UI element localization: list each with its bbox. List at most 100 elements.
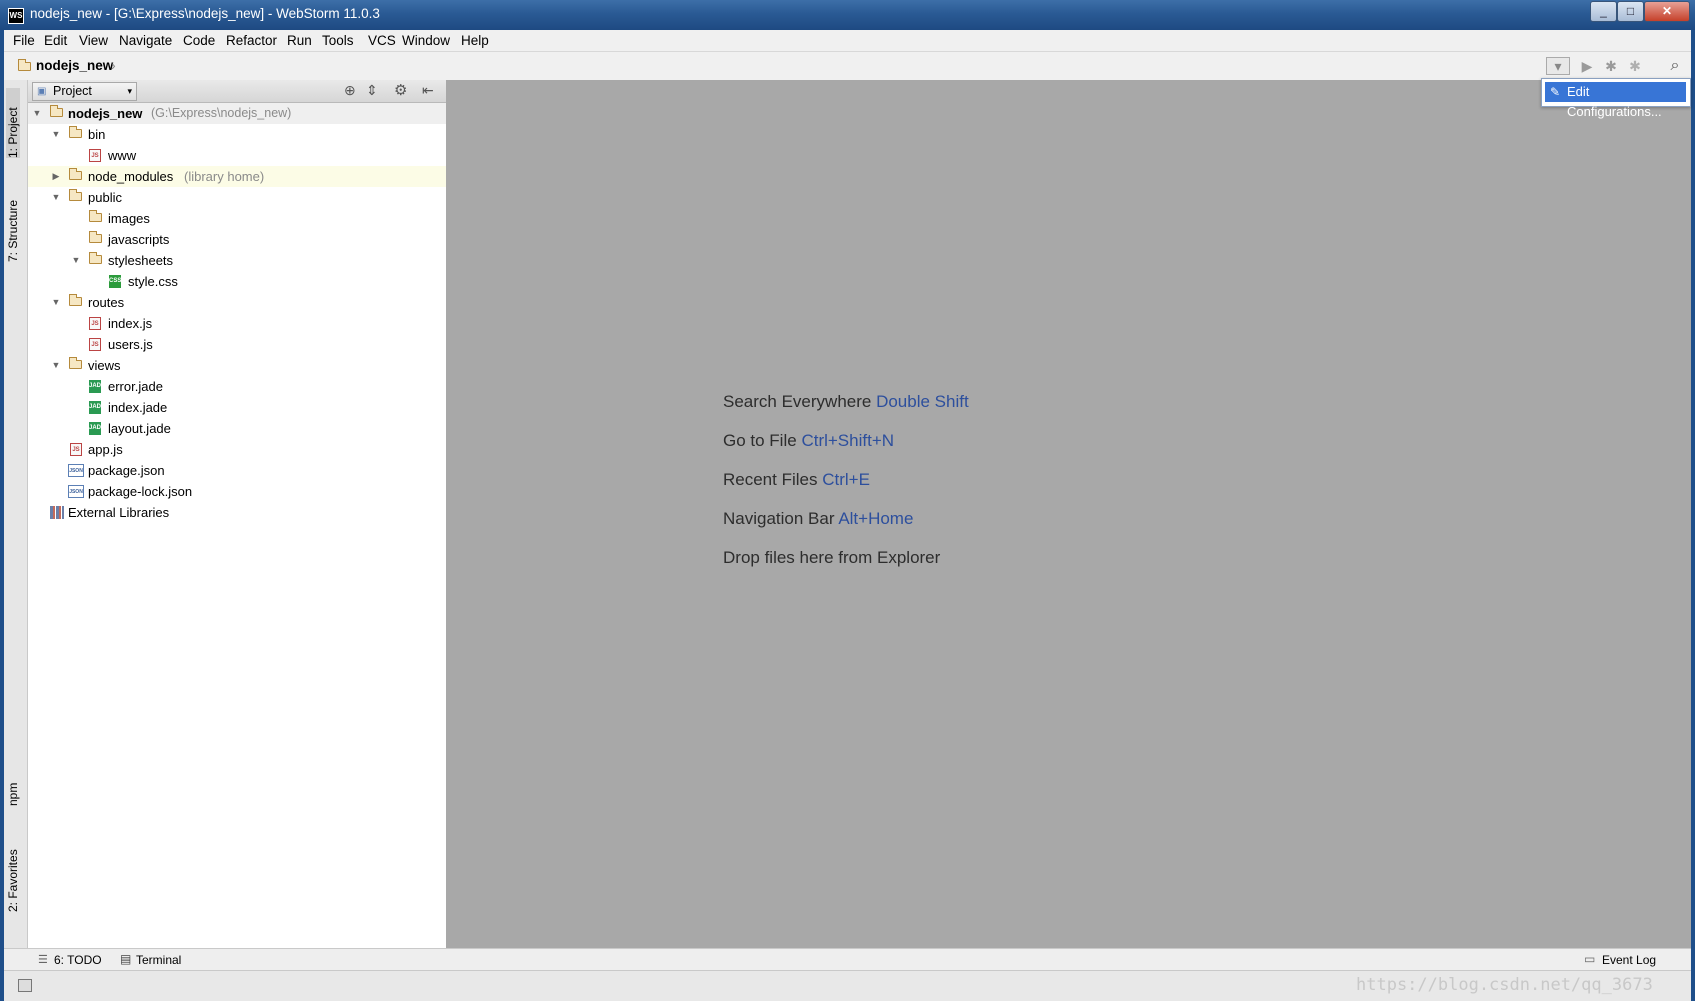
expanded-arrow-icon[interactable]: ▼ [51, 187, 61, 208]
menu-navigate[interactable]: Navigate [119, 33, 172, 48]
breadcrumb-project[interactable]: nodejs_new [36, 58, 113, 73]
locate-file-icon[interactable]: ⊕ [344, 82, 356, 99]
hint-drop-files: Drop files here from Explorer [723, 548, 940, 568]
window-title-bar[interactable]: WS nodejs_new - [G:\Express\nodejs_new] … [0, 0, 1695, 30]
expanded-arrow-icon[interactable]: ▼ [32, 103, 42, 124]
tree-row-routes[interactable]: ▼ routes [28, 292, 446, 313]
folder-icon [68, 126, 82, 138]
folder-icon [88, 252, 102, 264]
menu-vcs[interactable]: VCS [368, 33, 396, 48]
tree-row-javascripts[interactable]: javascripts [28, 229, 446, 250]
tree-row-external-libraries[interactable]: External Libraries [28, 502, 446, 523]
hint-text: Go to File [723, 431, 797, 450]
debug-icon[interactable]: ✱ [1602, 57, 1620, 75]
collapsed-arrow-icon[interactable]: ▶ [51, 166, 61, 187]
project-view-label: Project [53, 84, 92, 98]
tree-label: images [108, 211, 150, 226]
tree-row-index-jade[interactable]: JADE index.jade [28, 397, 446, 418]
edit-config-icon: ✎ [1550, 85, 1561, 99]
tree-label: public [88, 190, 122, 205]
expanded-arrow-icon[interactable]: ▼ [51, 124, 61, 145]
maximize-button[interactable]: □ [1617, 1, 1644, 22]
ide-frame: File Edit View Navigate Code Refactor Ru… [4, 30, 1691, 1001]
minimize-button[interactable]: _ [1590, 1, 1617, 22]
tree-row-views[interactable]: ▼ views [28, 355, 446, 376]
tree-row-error-jade[interactable]: JADE error.jade [28, 376, 446, 397]
collapse-all-icon[interactable]: ⇕ [366, 82, 378, 99]
tab-terminal[interactable]: Terminal [136, 953, 181, 967]
menu-code[interactable]: Code [183, 33, 215, 48]
tool-windows-toggle-icon[interactable] [18, 979, 32, 992]
tree-row-index-js[interactable]: JS index.js [28, 313, 446, 334]
terminal-icon: ▤ [120, 952, 132, 966]
search-icon[interactable]: ⌕ [1666, 57, 1684, 75]
status-bar: https://blog.csdn.net/qq_3673 [4, 970, 1691, 1001]
left-tool-window-strip: 1: Project 7: Structure npm 2: Favorites [4, 80, 28, 948]
tree-row-style-css[interactable]: CSS style.css [28, 271, 446, 292]
hint-text: Search Everywhere [723, 392, 872, 411]
tree-row-package-json[interactable]: JSON package.json [28, 460, 446, 481]
folder-icon [88, 231, 102, 243]
tree-label: package-lock.json [88, 484, 193, 499]
tree-row-images[interactable]: images [28, 208, 446, 229]
close-button[interactable]: ✕ [1644, 1, 1690, 22]
js-file-icon: JS [89, 338, 101, 351]
run-config-dropdown[interactable]: ▾ [1546, 57, 1570, 75]
project-view-selector[interactable]: ▣ Project ▾ [32, 82, 137, 101]
coverage-icon[interactable]: ✱ [1626, 57, 1644, 75]
tab-project-tool[interactable]: 1: Project [6, 88, 20, 158]
todo-icon: ☰ [38, 954, 48, 966]
tree-row-app-js[interactable]: JS app.js [28, 439, 446, 460]
tree-row-project-root[interactable]: ▼ nodejs_new (G:\Express\nodejs_new) [28, 103, 446, 124]
tree-row-package-lock-json[interactable]: JSON package-lock.json [28, 481, 446, 502]
tree-row-layout-jade[interactable]: JADE layout.jade [28, 418, 446, 439]
tree-label: style.css [128, 274, 178, 289]
tree-row-node-modules[interactable]: ▶ node_modules (library home) [28, 166, 446, 187]
tree-row-stylesheets[interactable]: ▼ stylesheets [28, 250, 446, 271]
tree-label: users.js [108, 337, 153, 352]
tab-favorites-tool[interactable]: 2: Favorites [6, 832, 20, 912]
folder-icon [68, 168, 82, 180]
edit-configurations-menu-item[interactable]: ✎ Edit Configurations... [1545, 82, 1686, 119]
run-icon[interactable]: ▶ [1578, 57, 1596, 75]
folder-icon [68, 294, 82, 306]
tree-hint: (library home) [184, 169, 265, 184]
jade-file-icon: JADE [89, 401, 105, 414]
tree-label: node_modules [88, 169, 174, 184]
hide-panel-icon[interactable]: ⇤ [422, 82, 434, 99]
expanded-arrow-icon[interactable]: ▼ [71, 250, 81, 271]
menu-window[interactable]: Window [402, 33, 450, 48]
edit-configurations-label: Edit Configurations... [1567, 84, 1662, 119]
tree-row-public[interactable]: ▼ public [28, 187, 446, 208]
hint-text: Recent Files [723, 470, 818, 489]
menu-view[interactable]: View [79, 33, 108, 48]
menu-refactor[interactable]: Refactor [226, 33, 277, 48]
menu-tools[interactable]: Tools [322, 33, 354, 48]
expanded-arrow-icon[interactable]: ▼ [51, 355, 61, 376]
tab-todo[interactable]: 6: TODO [54, 953, 102, 967]
tree-label: index.jade [108, 400, 168, 415]
tree-label: javascripts [108, 232, 170, 247]
hint-text: Drop files here from Explorer [723, 548, 941, 567]
menu-help[interactable]: Help [461, 33, 489, 48]
tree-label: layout.jade [108, 421, 171, 436]
library-icon [50, 506, 64, 519]
tree-row-users-js[interactable]: JS users.js [28, 334, 446, 355]
gear-icon[interactable]: ⚙ [394, 81, 407, 99]
hint-search-everywhere: Search Everywhere Double Shift [723, 392, 969, 412]
menu-edit[interactable]: Edit [44, 33, 67, 48]
run-configurations-popup: ✎ Edit Configurations... [1541, 78, 1691, 119]
tree-row-www[interactable]: JS www [28, 145, 446, 166]
menu-bar: File Edit View Navigate Code Refactor Ru… [4, 30, 1691, 51]
tab-npm-tool[interactable]: npm [6, 770, 20, 806]
tab-event-log[interactable]: Event Log [1602, 953, 1656, 967]
menu-run[interactable]: Run [287, 33, 312, 48]
tab-structure-tool[interactable]: 7: Structure [6, 184, 20, 262]
tree-row-bin[interactable]: ▼ bin [28, 124, 446, 145]
menu-file[interactable]: File [13, 33, 35, 48]
editor-empty-area[interactable]: Search Everywhere Double Shift Go to Fil… [446, 80, 1691, 948]
expanded-arrow-icon[interactable]: ▼ [51, 292, 61, 313]
js-file-icon: JS [89, 317, 101, 330]
tree-label: views [88, 358, 121, 373]
tree-label: stylesheets [108, 253, 174, 268]
